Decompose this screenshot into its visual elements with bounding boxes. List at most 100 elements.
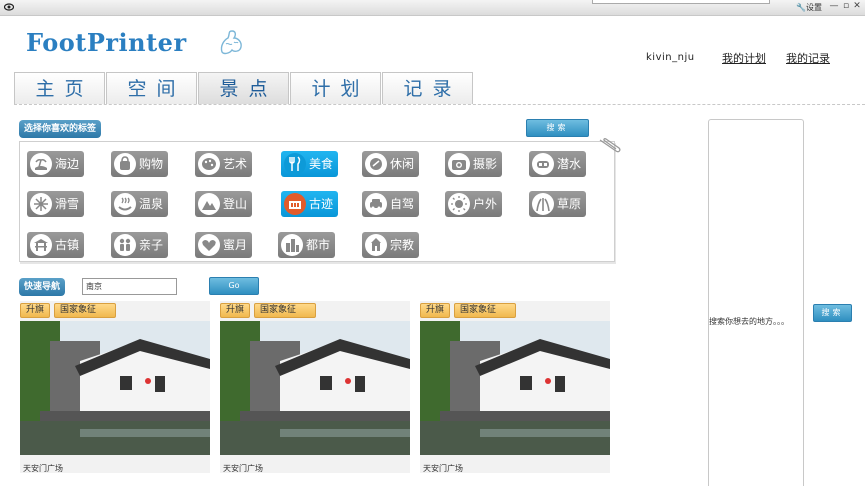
shopping-bag-icon	[114, 153, 136, 175]
tag-heritage[interactable]: 古迹	[281, 191, 338, 217]
tag-search-button[interactable]: 搜索	[526, 119, 589, 137]
tag-label: 古迹	[309, 197, 334, 211]
badge: 升旗	[420, 303, 451, 318]
tag-label: 蜜月	[223, 238, 248, 252]
attraction-photo[interactable]	[220, 321, 410, 455]
attraction-photo[interactable]	[20, 321, 210, 455]
attraction-caption: 天安门广场	[223, 464, 263, 473]
tag-label: 亲子	[139, 238, 164, 252]
attraction-card[interactable]: 升旗 国家象征 天安门广场	[20, 301, 210, 473]
tag-label: 都市	[306, 238, 331, 252]
leisure-icon	[365, 153, 387, 175]
diving-mask-icon	[532, 153, 554, 175]
settings-label: 设置	[805, 3, 822, 12]
footprint-logo-icon	[220, 30, 242, 55]
tag-label: 购物	[139, 157, 164, 171]
tag-label: 宗教	[390, 238, 415, 252]
my-plan-link[interactable]: 我的计划	[722, 50, 766, 66]
destination-input[interactable]	[82, 278, 177, 295]
tag-outdoor[interactable]: 户外	[445, 191, 502, 217]
tab-plan[interactable]: 计划	[290, 72, 381, 104]
mountain-icon	[198, 193, 220, 215]
tab-divider	[14, 104, 865, 105]
tag-label: 古镇	[55, 238, 80, 252]
tag-ancient-town[interactable]: 古镇	[27, 232, 84, 258]
badge: 国家象征	[254, 303, 316, 318]
tag-label: 草原	[557, 197, 582, 211]
tag-self-drive[interactable]: 自驾	[362, 191, 419, 217]
title-bar: 🔧设置 — ▫ ✕	[0, 0, 865, 16]
tag-art[interactable]: 艺术	[195, 151, 252, 177]
badge: 国家象征	[454, 303, 516, 318]
tag-label: 摄影	[473, 157, 498, 171]
tag-label: 自驾	[390, 197, 415, 211]
attraction-caption: 天安门广场	[423, 464, 463, 473]
tag-city[interactable]: 都市	[278, 232, 335, 258]
grass-icon	[532, 193, 554, 215]
ancient-town-icon	[30, 234, 52, 256]
badge: 国家象征	[54, 303, 116, 318]
eye-icon	[4, 3, 14, 11]
tab-attractions[interactable]: 景点	[198, 72, 289, 104]
minimize-button[interactable]: —	[829, 1, 839, 11]
palette-icon	[198, 153, 220, 175]
camera-icon	[448, 153, 470, 175]
tag-label: 户外	[473, 197, 498, 211]
my-record-link[interactable]: 我的记录	[786, 50, 830, 66]
city-icon	[281, 234, 303, 256]
settings-button[interactable]: 🔧设置	[796, 2, 822, 13]
tag-hiking[interactable]: 登山	[195, 191, 252, 217]
tag-label: 海边	[55, 157, 80, 171]
tag-label: 休闲	[390, 157, 415, 171]
tag-skiing[interactable]: 滑雪	[27, 191, 84, 217]
tag-shopping[interactable]: 购物	[111, 151, 168, 177]
attraction-card[interactable]: 升旗 国家象征 天安门广场	[220, 301, 410, 473]
beach-icon	[30, 153, 52, 175]
wrench-icon: 🔧	[796, 3, 806, 12]
attraction-card[interactable]: 升旗 国家象征 天安门广场	[420, 301, 610, 473]
quick-nav-title: 快速导航	[19, 278, 66, 296]
tag-leisure[interactable]: 休闲	[362, 151, 419, 177]
attraction-photo[interactable]	[420, 321, 610, 455]
tag-label: 美食	[309, 157, 334, 171]
tag-photography[interactable]: 摄影	[445, 151, 502, 177]
colosseum-icon	[284, 193, 306, 215]
car-icon	[365, 193, 387, 215]
family-icon	[114, 234, 136, 256]
tag-diving[interactable]: 潜水	[529, 151, 586, 177]
paperclip-icon	[599, 138, 621, 153]
tag-label: 艺术	[223, 157, 248, 171]
go-button[interactable]: Go	[209, 277, 259, 295]
tag-section-title: 选择你喜欢的标签	[19, 120, 102, 138]
tag-religion[interactable]: 宗教	[362, 232, 419, 258]
snowflake-icon	[30, 193, 52, 215]
tag-label: 潜水	[557, 157, 582, 171]
close-button[interactable]: ✕	[852, 1, 862, 11]
heart-icon	[198, 234, 220, 256]
tag-seaside[interactable]: 海边	[27, 151, 84, 177]
side-search-hint: 搜索你想去的地方。。。	[709, 317, 789, 326]
attraction-caption: 天安门广场	[23, 464, 63, 473]
side-search-button[interactable]: 搜索	[813, 304, 852, 322]
tab-record[interactable]: 记录	[382, 72, 473, 104]
tag-label: 滑雪	[55, 197, 80, 211]
tag-hot-spring[interactable]: 温泉	[111, 191, 168, 217]
tab-space[interactable]: 空间	[106, 72, 197, 104]
fork-knife-icon	[284, 153, 306, 175]
username: kivin_nju	[646, 52, 695, 63]
tag-label: 温泉	[139, 197, 164, 211]
tag-family[interactable]: 亲子	[111, 232, 168, 258]
app-logo[interactable]: FootPrinter	[26, 28, 187, 57]
tag-grassland[interactable]: 草原	[529, 191, 586, 217]
temple-icon	[365, 234, 387, 256]
restore-button[interactable]: ▫	[841, 1, 851, 11]
tab-home[interactable]: 主页	[14, 72, 105, 104]
tag-honeymoon[interactable]: 蜜月	[195, 232, 252, 258]
tag-food[interactable]: 美食	[281, 151, 338, 177]
sun-icon	[448, 193, 470, 215]
tag-label: 登山	[223, 197, 248, 211]
hot-spring-icon	[114, 193, 136, 215]
badge: 升旗	[20, 303, 51, 318]
side-search-panel[interactable]: 搜索你想去的地方。。。	[708, 119, 804, 486]
system-panel	[592, 0, 770, 4]
